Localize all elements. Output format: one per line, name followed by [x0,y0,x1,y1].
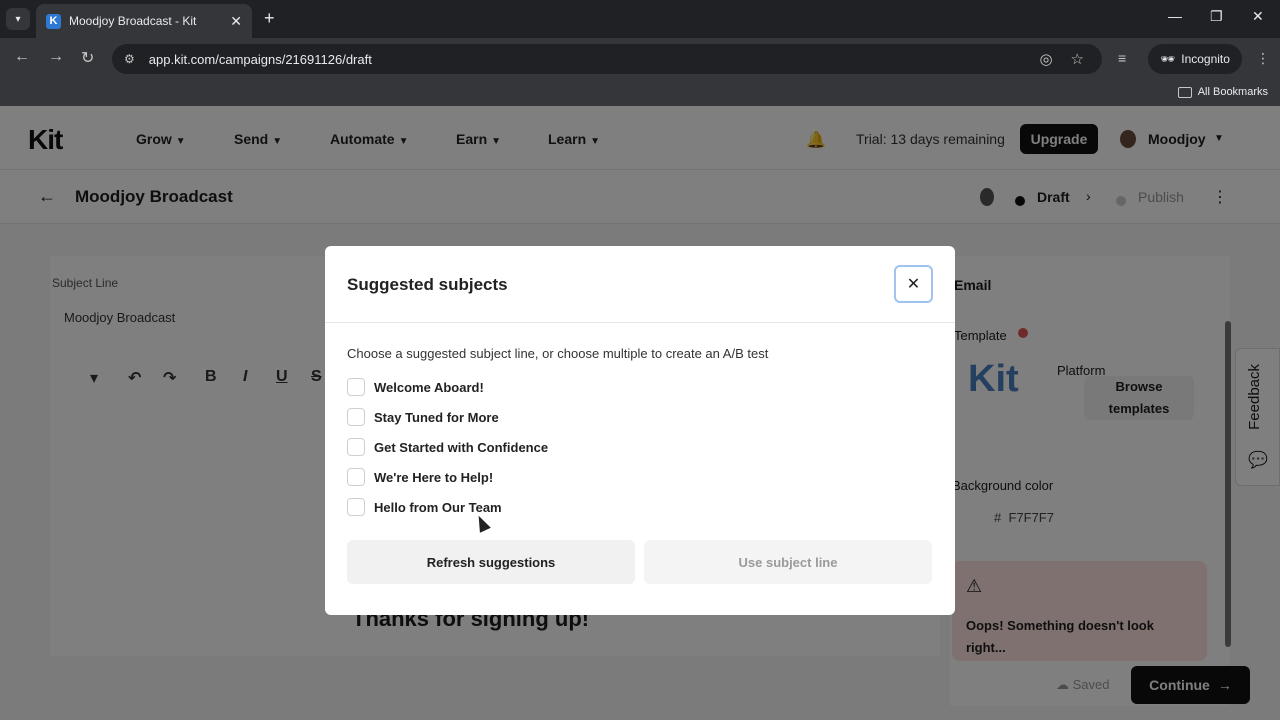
url-text: app.kit.com/campaigns/21691126/draft [148,51,372,67]
dialog-header: Suggested subjects ✕ [325,246,955,323]
subject-option-label: Get Started with Confidence [374,439,549,455]
back-icon[interactable]: ← [14,48,30,66]
subject-option-label: Stay Tuned for More [374,409,499,425]
subject-option[interactable]: We're Here to Help! [347,467,493,487]
subject-option[interactable]: Stay Tuned for More [347,407,499,427]
subject-checkbox[interactable] [347,498,365,516]
forward-icon[interactable]: → [48,48,64,66]
dialog-title: Suggested subjects [347,275,508,294]
dialog-description: Choose a suggested subject line, or choo… [347,346,769,361]
browser-tab[interactable]: K Moodjoy Broadcast - Kit ✕ [36,4,252,38]
kit-favicon-icon: K [46,13,61,29]
restore-icon[interactable]: ❐ [1210,8,1223,25]
tab-close-icon[interactable]: ✕ [230,13,242,30]
subject-option[interactable]: Get Started with Confidence [347,437,548,457]
subject-checkbox[interactable] [347,438,365,456]
browser-menu-icon[interactable]: ⋮ [1256,50,1270,67]
incognito-icon: 🕶 [1160,52,1176,66]
subject-option[interactable]: Welcome Aboard! [347,377,484,397]
subject-checkbox[interactable] [347,468,365,486]
subject-checkbox[interactable] [347,408,365,426]
address-bar[interactable]: ⚙ app.kit.com/campaigns/21691126/draft ◎… [112,44,1102,74]
site-info-icon[interactable]: ⚙ [124,52,135,66]
subject-option-label: We're Here to Help! [374,469,494,485]
subject-option[interactable]: Hello from Our Team [347,497,502,517]
close-button[interactable]: ✕ [894,265,933,303]
reading-list-icon[interactable]: ≡ [1118,50,1126,66]
subject-option-label: Welcome Aboard! [374,379,484,395]
incognito-label: Incognito [1181,52,1230,66]
all-bookmarks-label: All Bookmarks [1197,86,1268,98]
browser-toolbar: ← → ↻ ⚙ app.kit.com/campaigns/21691126/d… [0,38,1280,80]
subject-option-label: Hello from Our Team [374,499,502,515]
reload-icon[interactable]: ↻ [81,48,94,68]
eye-off-icon[interactable]: ◎ [1039,50,1052,68]
window-close-icon[interactable]: ✕ [1252,8,1264,25]
close-icon: ✕ [906,276,921,293]
subject-checkbox[interactable] [347,378,365,396]
tab-search-button[interactable]: ▾ [6,8,30,30]
refresh-suggestions-button[interactable]: Refresh suggestions [347,540,635,584]
bookmarks-bar: All Bookmarks [0,80,1280,106]
star-icon[interactable]: ☆ [1071,50,1084,68]
suggested-subjects-dialog: Suggested subjects ✕ Choose a suggested … [325,246,955,615]
incognito-badge[interactable]: 🕶 Incognito [1148,44,1242,74]
minimize-icon[interactable]: — [1168,8,1182,24]
use-subject-line-button[interactable]: Use subject line [644,540,932,584]
browser-tab-bar: ▾ K Moodjoy Broadcast - Kit ✕ + — ❐ ✕ [0,0,1280,38]
tab-title: Moodjoy Broadcast - Kit [69,14,197,28]
new-tab-icon[interactable]: + [264,8,275,29]
folder-icon [1177,86,1192,98]
all-bookmarks-button[interactable]: All Bookmarks [1177,86,1268,98]
